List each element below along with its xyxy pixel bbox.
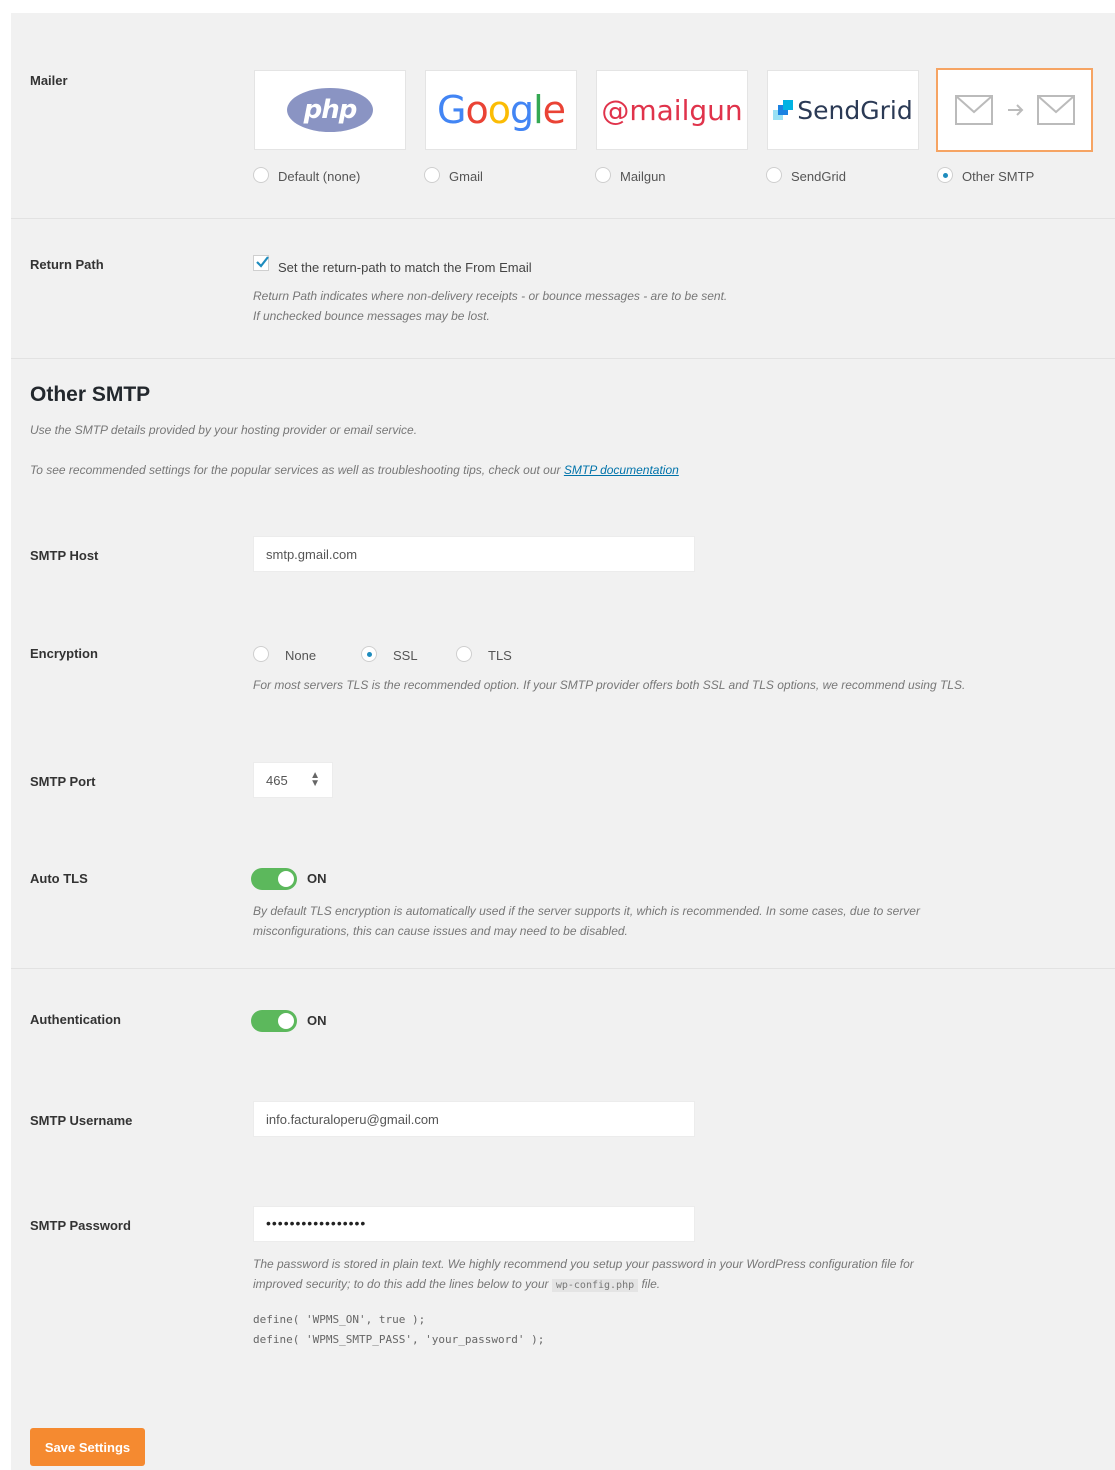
mailer-tile-other-smtp[interactable] (936, 68, 1093, 152)
password-desc-line2: improved security; to do this add the li… (253, 1274, 1103, 1296)
smtp-username-label: SMTP Username (30, 1113, 133, 1128)
radio-label-mailgun: Mailgun (620, 169, 666, 184)
divider (11, 218, 1115, 219)
password-desc-line2-text: improved security; to do this add the li… (253, 1277, 549, 1291)
authentication-label: Authentication (30, 1012, 121, 1027)
section-doc-note: To see recommended settings for the popu… (30, 460, 679, 480)
mailer-tile-gmail[interactable]: Google (425, 70, 577, 150)
radio-label-default: Default (none) (278, 169, 361, 184)
password-desc-line1: The password is stored in plain text. We… (253, 1257, 914, 1271)
auto-tls-label: Auto TLS (30, 871, 88, 886)
divider (11, 968, 1115, 969)
auto-tls-desc-line2: misconfigurations, this can cause issues… (253, 924, 628, 938)
wp-config-snippet: define( 'WPMS_ON', true ); define( 'WPMS… (253, 1310, 544, 1350)
mailgun-logo: @mailgun (601, 93, 743, 127)
return-path-desc-line2: If unchecked bounce messages may be lost… (253, 309, 490, 323)
radio-label-ssl: SSL (393, 648, 418, 663)
code-line-2: define( 'WPMS_SMTP_PASS', 'your_password… (253, 1333, 545, 1346)
radio-default[interactable] (253, 167, 269, 183)
sendgrid-logo: SendGrid (773, 95, 913, 125)
sendgrid-logo-text: SendGrid (797, 95, 913, 125)
encryption-label: Encryption (30, 646, 98, 661)
radio-sendgrid[interactable] (766, 167, 782, 183)
return-path-checkbox[interactable] (253, 255, 269, 271)
radio-mailgun[interactable] (595, 167, 611, 183)
radio-label-other-smtp: Other SMTP (962, 169, 1035, 184)
section-subtitle: Use the SMTP details provided by your ho… (30, 423, 418, 437)
return-path-checkbox-label: Set the return-path to match the From Em… (278, 260, 532, 275)
smtp-password-input[interactable]: ••••••••••••••••• (253, 1206, 695, 1242)
radio-other-smtp[interactable] (937, 167, 953, 183)
settings-panel: Mailer php Google @mailgun SendGrid Defa… (11, 13, 1115, 1470)
smtp-port-stepper[interactable]: 465 ▲ ▼ (253, 762, 333, 798)
wp-config-code: wp-config.php (551, 1279, 639, 1292)
code-line-1: define( 'WPMS_ON', true ); (253, 1313, 426, 1326)
return-path-description: Return Path indicates where non-delivery… (253, 286, 1073, 326)
envelope-arrow-icon (954, 95, 1075, 125)
divider (11, 358, 1115, 359)
encryption-description: For most servers TLS is the recommended … (253, 678, 966, 692)
radio-label-sendgrid: SendGrid (791, 169, 846, 184)
mailer-tile-mailgun[interactable]: @mailgun (596, 70, 748, 150)
return-path-desc-line1: Return Path indicates where non-delivery… (253, 289, 728, 303)
smtp-host-input[interactable]: smtp.gmail.com (253, 536, 695, 572)
save-settings-button[interactable]: Save Settings (30, 1428, 145, 1466)
smtp-port-label: SMTP Port (30, 774, 96, 789)
radio-label-tls: TLS (488, 648, 512, 663)
radio-encryption-tls[interactable] (456, 646, 472, 662)
smtp-documentation-link[interactable]: SMTP documentation (564, 463, 679, 477)
mailer-label: Mailer (30, 73, 68, 88)
mailer-tile-default[interactable]: php (254, 70, 406, 150)
return-path-label: Return Path (30, 257, 104, 272)
password-desc-line2-end: file. (641, 1277, 661, 1291)
auto-tls-desc-line1: By default TLS encryption is automatical… (253, 904, 920, 918)
auto-tls-description: By default TLS encryption is automatical… (253, 901, 1103, 941)
spinner-arrows-icon[interactable]: ▲ ▼ (310, 771, 320, 789)
checkmark-icon (256, 256, 269, 268)
radio-encryption-ssl[interactable] (361, 646, 377, 662)
smtp-host-label: SMTP Host (30, 548, 99, 563)
smtp-password-label: SMTP Password (30, 1218, 131, 1233)
php-logo: php (287, 88, 373, 132)
smtp-port-value: 465 (266, 772, 288, 788)
section-title: Other SMTP (30, 383, 151, 406)
sendgrid-mark-icon (773, 100, 794, 120)
smtp-password-description: The password is stored in plain text. We… (253, 1254, 1103, 1296)
smtp-username-input[interactable]: info.facturaloperu@gmail.com (253, 1101, 695, 1137)
radio-gmail[interactable] (424, 167, 440, 183)
auto-tls-state: ON (307, 871, 327, 886)
mailgun-logo-text: mailgun (629, 93, 743, 127)
google-logo: Google (436, 88, 566, 132)
radio-label-none: None (285, 648, 317, 663)
radio-encryption-none[interactable] (253, 646, 269, 662)
authentication-toggle[interactable] (251, 1010, 297, 1032)
doc-note-text: To see recommended settings for the popu… (30, 463, 561, 477)
radio-label-gmail: Gmail (449, 169, 483, 184)
mailer-tile-sendgrid[interactable]: SendGrid (767, 70, 919, 150)
auto-tls-toggle[interactable] (251, 868, 297, 890)
authentication-state: ON (307, 1013, 327, 1028)
